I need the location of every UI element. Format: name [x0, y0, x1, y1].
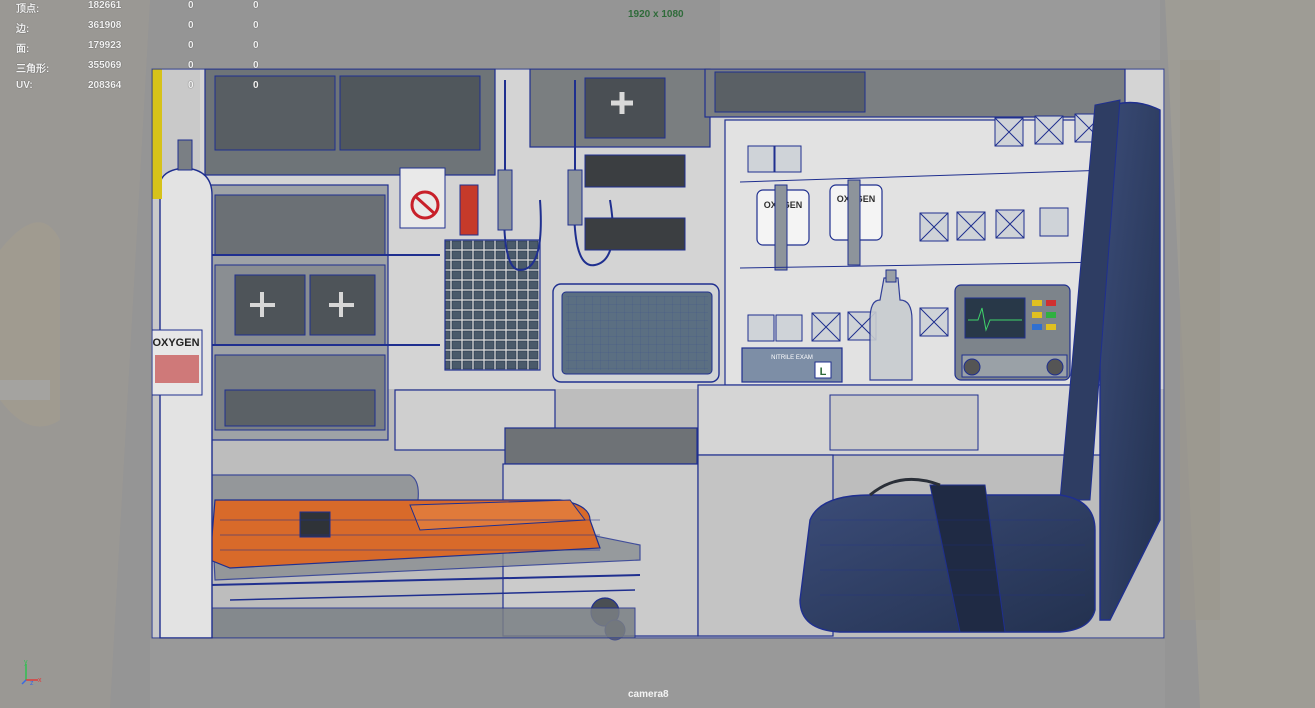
oxygen-tank-label: OXYGEN: [152, 337, 199, 349]
hud-total: 361908: [88, 20, 122, 31]
hud-selected-uv: 0: [253, 80, 259, 91]
hud-row-uvs: UV: 208364 0 0: [0, 80, 270, 94]
axis-z-label: z: [30, 680, 34, 687]
hud-selected: 0: [188, 40, 194, 51]
hud-label: 面:: [16, 44, 30, 55]
hud-selected-uv: 0: [253, 0, 259, 11]
hud-row-faces: 面: 179923 0 0: [0, 40, 270, 55]
hud-row-triangles: 三角形: 355069 0 0: [0, 60, 270, 75]
hud-label: 边:: [16, 24, 30, 35]
defibrillator: [954, 284, 1071, 381]
hud-label: 顶点:: [16, 4, 40, 15]
axis-y-label: y: [24, 659, 28, 666]
hud-label: 三角形:: [16, 64, 50, 75]
hud-total: 355069: [88, 60, 122, 71]
hud-selected-uv: 0: [253, 20, 259, 31]
hud-selected: 0: [188, 0, 194, 11]
hud-total: 208364: [88, 80, 122, 91]
hud-selected-uv: 0: [253, 60, 259, 71]
oxygen-tank: OXYGEN: [151, 139, 213, 639]
view-axis-icon: y x z: [21, 659, 42, 687]
viewport-3d[interactable]: OXYGEN OXYGEN NITRILE EXAM: [0, 0, 1315, 708]
resolution-gate-label: 1920 x 1080: [628, 9, 684, 20]
hud-selected: 0: [188, 80, 194, 91]
hud-selected-uv: 0: [253, 40, 259, 51]
wall-display: [552, 283, 720, 383]
hud-selected: 0: [188, 20, 194, 31]
keypad-panel: [444, 239, 541, 371]
glove-box-label: L: [820, 366, 827, 378]
hud-total: 179923: [88, 40, 122, 51]
hud-total: 182661: [88, 0, 122, 11]
axis-x-label: x: [38, 677, 42, 684]
camera-name-label: camera8: [628, 689, 669, 700]
hud-row-vertices: 顶点: 182661 0 0: [0, 0, 270, 15]
glove-box-text: NITRILE EXAM: [771, 355, 813, 361]
glove-box: NITRILE EXAM L: [741, 347, 843, 383]
hud-selected: 0: [188, 60, 194, 71]
render-region: OXYGEN OXYGEN NITRILE EXAM: [151, 68, 1165, 641]
hud-label: UV:: [16, 80, 33, 91]
hud-row-edges: 边: 361908 0 0: [0, 20, 270, 35]
